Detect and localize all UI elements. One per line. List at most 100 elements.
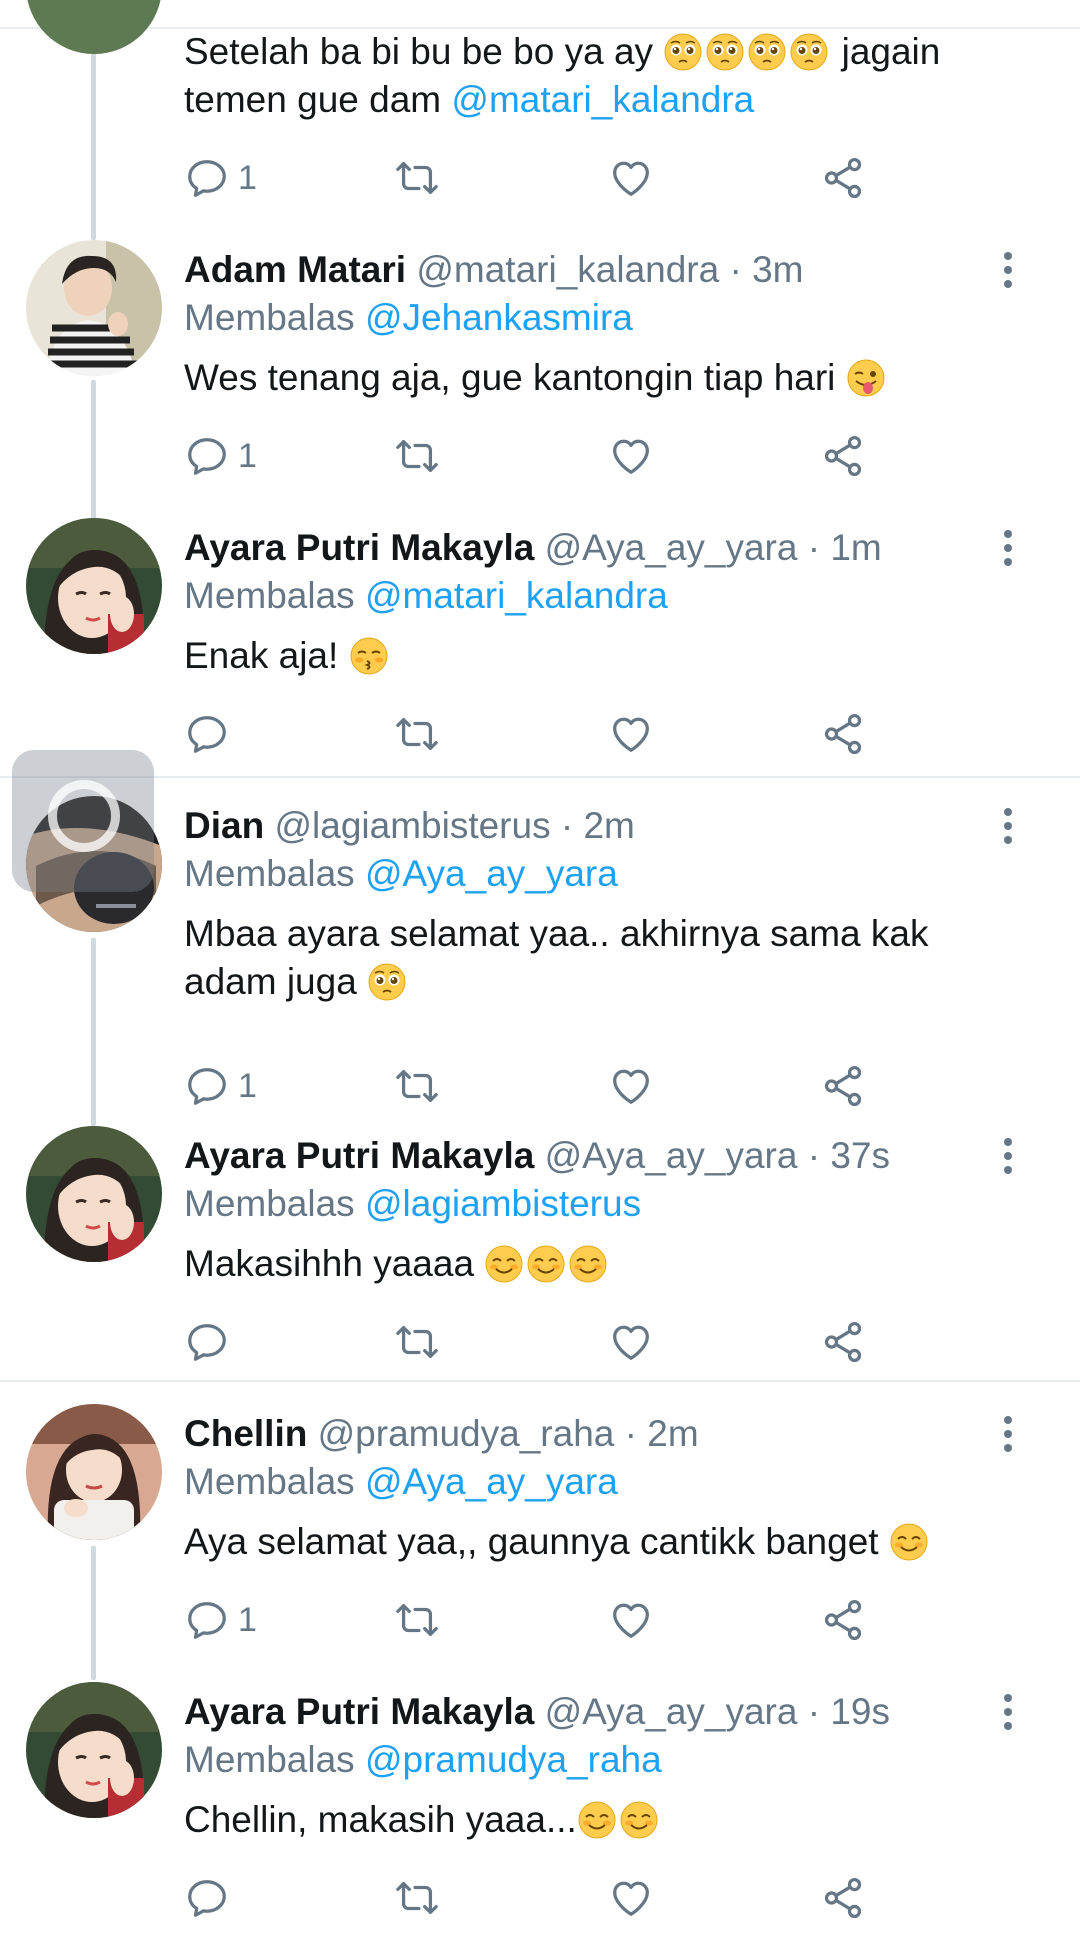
reply-icon	[184, 1319, 230, 1365]
smiling-face-emoji	[577, 1799, 661, 1840]
share-button[interactable]	[820, 1870, 866, 1926]
more-button[interactable]	[990, 524, 1026, 572]
reply-button[interactable]	[184, 706, 238, 762]
retweet-button[interactable]	[394, 428, 440, 484]
timestamp: · 2m	[624, 1413, 699, 1454]
retweet-button[interactable]	[394, 1314, 440, 1370]
display-name[interactable]: Ayara Putri Makayla	[184, 1691, 534, 1732]
smiling-face-emoji	[484, 1243, 610, 1284]
share-icon	[820, 1875, 866, 1921]
tweet[interactable]: Chellin @pramudya_raha · 2m Membalas @Ay…	[0, 1404, 1080, 1682]
reply-icon	[184, 1875, 230, 1921]
handle[interactable]: @Aya_ay_yara	[545, 527, 798, 568]
retweet-icon	[394, 433, 440, 479]
reply-button[interactable]: 1	[184, 1058, 257, 1114]
more-button[interactable]	[990, 1132, 1026, 1180]
mention-link[interactable]: @Aya_ay_yara	[365, 853, 618, 894]
share-icon	[820, 1063, 866, 1109]
tweet[interactable]: Ayara Putri Makayla @Aya_ay_yara · 19s M…	[0, 1682, 1080, 1942]
tweet-text: Enak aja!	[184, 632, 1004, 680]
display-name[interactable]: Adam Matari	[184, 249, 406, 290]
handle[interactable]: @Aya_ay_yara	[545, 1691, 798, 1732]
retweet-button[interactable]	[394, 1592, 440, 1648]
reply-count: 1	[238, 436, 257, 475]
share-button[interactable]	[820, 706, 866, 762]
more-button[interactable]	[990, 802, 1026, 850]
reply-button[interactable]	[184, 1870, 238, 1926]
reply-button[interactable]: 1	[184, 150, 257, 206]
display-name[interactable]: Ayara Putri Makayla	[184, 527, 534, 568]
like-button[interactable]	[608, 150, 654, 206]
avatar[interactable]	[26, 0, 162, 54]
share-icon	[820, 1597, 866, 1643]
display-name[interactable]: Dian	[184, 805, 264, 846]
mention-link[interactable]: @matari_kalandra	[365, 575, 668, 616]
retweet-button[interactable]	[394, 1058, 440, 1114]
heart-icon	[608, 1063, 654, 1109]
reply-button[interactable]: 1	[184, 428, 257, 484]
share-button[interactable]	[820, 1058, 866, 1114]
share-button[interactable]	[820, 150, 866, 206]
reply-button[interactable]	[184, 1314, 238, 1370]
tweet-actions: 1	[184, 1058, 884, 1114]
more-button[interactable]	[990, 246, 1026, 294]
retweet-button[interactable]	[394, 150, 440, 206]
tweet-text: Makasihhh yaaaa	[184, 1240, 1004, 1288]
kissing-face-emoji	[349, 636, 389, 676]
like-button[interactable]	[608, 1058, 654, 1114]
mention-link[interactable]: @matari_kalandra	[451, 79, 754, 120]
timestamp: · 3m	[729, 249, 804, 290]
mention-link[interactable]: @Aya_ay_yara	[365, 1461, 618, 1502]
share-button[interactable]	[820, 428, 866, 484]
handle[interactable]: @Aya_ay_yara	[545, 1135, 798, 1176]
tweet-text: Chellin, makasih yaaa...	[184, 1796, 1004, 1844]
replying-to: Membalas @pramudya_raha	[184, 1739, 662, 1780]
replying-to: Membalas @Jehankasmira	[184, 297, 633, 338]
heart-icon	[608, 711, 654, 757]
tweet-text: Aya selamat yaa,, gaunnya cantikk banget	[184, 1518, 1004, 1566]
retweet-button[interactable]	[394, 1870, 440, 1926]
tweet[interactable]: Ayara Putri Makayla @Aya_ay_yara · 1m Me…	[0, 518, 1080, 776]
like-button[interactable]	[608, 1314, 654, 1370]
like-button[interactable]	[608, 706, 654, 762]
retweet-icon	[394, 1319, 440, 1365]
more-button[interactable]	[990, 1688, 1026, 1736]
share-icon	[820, 1319, 866, 1365]
handle[interactable]: @matari_kalandra	[416, 249, 719, 290]
mention-link[interactable]: @pramudya_raha	[365, 1739, 662, 1780]
share-button[interactable]	[820, 1592, 866, 1648]
winking-tongue-emoji	[846, 358, 886, 398]
handle[interactable]: @pramudya_raha	[318, 1413, 615, 1454]
tweet-actions: 1	[184, 1592, 884, 1648]
tweet[interactable]: Dian @lagiambisterus · 2m Membalas @Aya_…	[0, 796, 1080, 1128]
avatar[interactable]	[26, 518, 162, 654]
conversation-divider	[0, 1380, 1080, 1382]
avatar[interactable]	[26, 240, 162, 376]
avatar[interactable]	[26, 1126, 162, 1262]
display-name[interactable]: Ayara Putri Makayla	[184, 1135, 534, 1176]
display-name[interactable]: Chellin	[184, 1413, 307, 1454]
more-button[interactable]	[990, 1410, 1026, 1458]
handle[interactable]: @lagiambisterus	[274, 805, 550, 846]
timestamp: · 1m	[807, 527, 882, 568]
touch-ring	[48, 780, 120, 852]
retweet-button[interactable]	[394, 706, 440, 762]
tweet-header: Dian @lagiambisterus · 2m	[184, 802, 635, 850]
reply-button[interactable]: 1	[184, 1592, 257, 1648]
share-button[interactable]	[820, 1314, 866, 1370]
tweet-actions: 1	[184, 150, 884, 206]
tweet[interactable]: Adam Matari @matari_kalandra · 3m Membal…	[0, 240, 1080, 518]
like-button[interactable]	[608, 1592, 654, 1648]
mention-link[interactable]: @lagiambisterus	[365, 1183, 641, 1224]
tweet-header: Ayara Putri Makayla @Aya_ay_yara · 19s	[184, 1688, 890, 1736]
reply-count: 1	[238, 158, 257, 197]
avatar[interactable]	[26, 1682, 162, 1818]
tweet-header: Ayara Putri Makayla @Aya_ay_yara · 1m	[184, 524, 882, 572]
tweet[interactable]: Setelah ba bi bu be bo ya ay jagain teme…	[0, 0, 1080, 240]
like-button[interactable]	[608, 1870, 654, 1926]
avatar[interactable]	[26, 1404, 162, 1540]
tweet[interactable]: Ayara Putri Makayla @Aya_ay_yara · 37s M…	[0, 1126, 1080, 1382]
like-button[interactable]	[608, 428, 654, 484]
tweet-header: Chellin @pramudya_raha · 2m	[184, 1410, 699, 1458]
mention-link[interactable]: @Jehankasmira	[365, 297, 633, 338]
